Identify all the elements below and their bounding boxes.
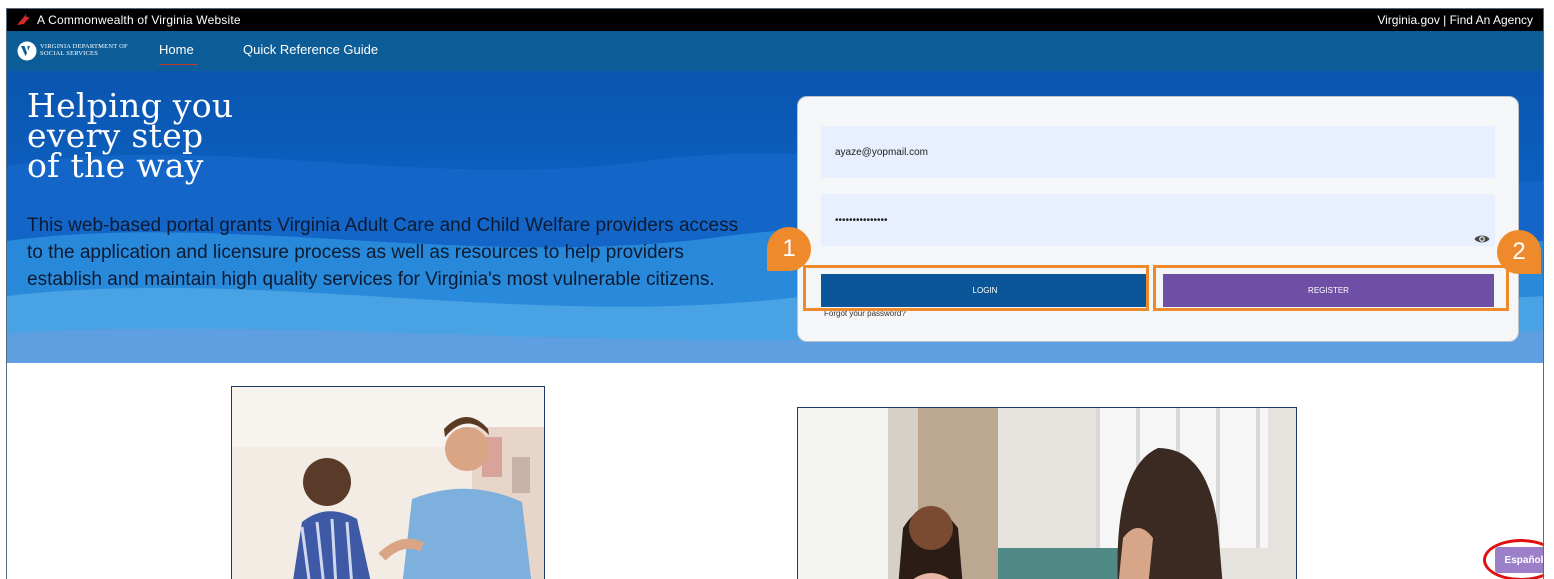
commonwealth-banner: A Commonwealth of Virginia Website Virgi…	[7, 9, 1543, 31]
hero-description: This web-based portal grants Virginia Ad…	[27, 215, 739, 290]
virginia-gov-links[interactable]: Virginia.gov | Find An Agency	[1377, 13, 1533, 27]
email-field[interactable]	[821, 126, 1495, 178]
browser-page: A Commonwealth of Virginia Website Virgi…	[6, 8, 1544, 579]
callout-badge-1: 1	[767, 227, 811, 271]
vdss-logo-icon	[17, 41, 37, 61]
callout-box-login	[803, 265, 1149, 311]
espanol-highlight-ring	[1483, 539, 1543, 579]
callout-box-register	[1153, 265, 1509, 311]
hero-title: Helping you every step of the way	[27, 86, 234, 185]
nav-item-quick-reference-guide[interactable]: Quick Reference Guide	[243, 42, 378, 57]
callout-badge-2: 2	[1497, 230, 1541, 274]
main-navbar: VIRGINIA DEPARTMENT OF SOCIAL SERVICES H…	[7, 31, 1543, 71]
logo-text: VIRGINIA DEPARTMENT OF SOCIAL SERVICES	[40, 43, 128, 57]
password-field[interactable]	[821, 194, 1495, 246]
nav-item-home[interactable]: Home	[159, 42, 198, 65]
cardinal-icon	[17, 14, 30, 25]
top-links[interactable]: Virginia.gov | Find An Agency	[1377, 13, 1533, 27]
hero-section: Helping you every step of the way This w…	[7, 71, 1543, 363]
vdss-logo[interactable]: VIRGINIA DEPARTMENT OF SOCIAL SERVICES	[17, 41, 132, 61]
show-password-icon[interactable]	[1474, 233, 1490, 245]
adult-care-photo	[231, 386, 545, 579]
child-welfare-photo	[797, 407, 1297, 579]
commonwealth-label: A Commonwealth of Virginia Website	[37, 13, 241, 27]
